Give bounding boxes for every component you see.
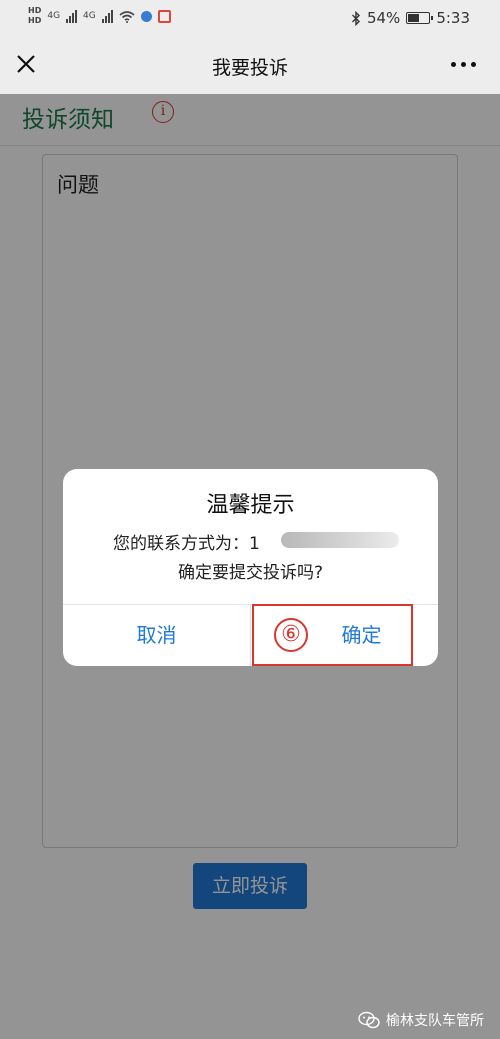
redacted-phone [281, 532, 399, 548]
signal-icon-2 [101, 9, 113, 23]
dialog-title: 温馨提示 [206, 493, 295, 518]
clock: 5:33 [436, 9, 470, 27]
signal-icon [66, 9, 78, 23]
hd-indicator: HD HD [28, 6, 42, 25]
dialog-question-text: 确定要提交投诉吗? [177, 563, 324, 583]
status-left-icons: HD HD 4G 4G [28, 6, 171, 26]
page-title: 我要投诉 [211, 57, 288, 79]
bluetooth-icon [351, 10, 360, 26]
status-bar: HD HD 4G 4G 54% 5:33 [0, 0, 500, 36]
status-right: 54% 5:33 [351, 9, 470, 27]
step-marker: ⑥ [274, 618, 308, 652]
network-label-1: 4G [47, 11, 61, 21]
dialog-contact-text: 您的联系方式为：1 [113, 534, 260, 554]
network-label-2: 4G [83, 11, 96, 21]
wifi-icon [119, 10, 135, 23]
app-notification-icon [140, 10, 152, 22]
nav-bar: 我要投诉 [0, 36, 500, 94]
app-notification-icon-red [157, 9, 171, 23]
wechat-icon [358, 1011, 380, 1029]
battery-fill [408, 14, 420, 22]
cancel-button[interactable]: 取消 [63, 605, 250, 666]
more-icon[interactable] [451, 62, 476, 67]
battery-percent: 54% [366, 9, 401, 27]
watermark-text: 榆林支队车管所 [386, 1013, 484, 1029]
battery-icon [406, 12, 434, 24]
watermark: 榆林支队车管所 [358, 1010, 484, 1030]
